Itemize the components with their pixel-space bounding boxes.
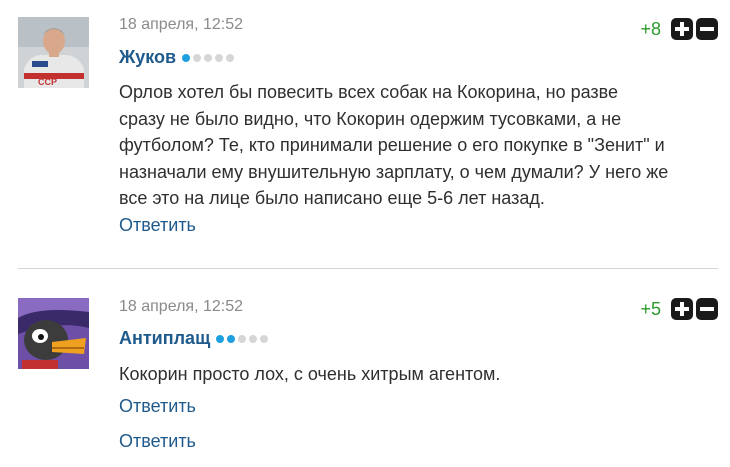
rating-dot bbox=[193, 53, 202, 62]
rating-dot bbox=[260, 334, 269, 343]
upvote-button[interactable] bbox=[671, 298, 693, 320]
cartoon-duck-avatar-icon bbox=[18, 298, 89, 369]
reply-link[interactable]: Ответить bbox=[119, 396, 196, 417]
author-row: Жуков bbox=[119, 47, 235, 68]
rating-dot bbox=[249, 334, 258, 343]
comment-line: сразу не было видно, что Кокорин одержим… bbox=[119, 108, 622, 129]
rating-dots bbox=[216, 334, 269, 343]
author-name[interactable]: Антиплащ bbox=[119, 328, 210, 349]
comment-line: футболом? Те, кто принимали решение о ег… bbox=[119, 135, 665, 155]
vote-score: +5 bbox=[640, 298, 661, 319]
downvote-button[interactable] bbox=[696, 298, 718, 320]
comment-divider bbox=[18, 268, 718, 269]
vote-controls: +8 bbox=[640, 18, 718, 40]
comment-text: Орлов хотел бы повесить всех собак на Ко… bbox=[119, 79, 719, 212]
upvote-button[interactable] bbox=[671, 18, 693, 40]
rating-dots bbox=[182, 53, 235, 62]
rating-dot bbox=[182, 53, 191, 62]
rating-dot bbox=[216, 334, 225, 343]
comment-line: Кокорин просто лох, с очень хитрым агент… bbox=[119, 364, 501, 384]
avatar[interactable] bbox=[18, 298, 89, 369]
author-row: Антиплащ bbox=[119, 328, 269, 349]
minus-icon bbox=[700, 307, 714, 311]
rating-dot bbox=[238, 334, 247, 343]
rating-dot bbox=[227, 334, 236, 343]
reply-link[interactable]: Ответить bbox=[119, 431, 196, 452]
comment-date: 18 апреля, 12:52 bbox=[119, 298, 243, 315]
author-name[interactable]: Жуков bbox=[119, 47, 176, 68]
plus-icon-vertical bbox=[680, 302, 684, 316]
comment-line: Орлов хотел бы повесить всех собак на Ко… bbox=[119, 82, 619, 102]
comment-line: назначали ему внушительную зарплату, о ч… bbox=[119, 161, 669, 182]
comment-text: Кокорин просто лох, с очень хитрым агент… bbox=[119, 361, 719, 388]
minus-icon bbox=[700, 27, 714, 31]
downvote-button[interactable] bbox=[696, 18, 718, 40]
avatar[interactable]: ССР bbox=[18, 17, 89, 88]
rating-dot bbox=[204, 53, 213, 62]
rating-dot bbox=[226, 53, 235, 62]
reply-link[interactable]: Ответить bbox=[119, 215, 196, 236]
vote-controls: +5 bbox=[640, 298, 718, 320]
plus-icon-vertical bbox=[680, 22, 684, 36]
hockey-player-avatar-icon: ССР bbox=[18, 17, 89, 88]
rating-dot bbox=[215, 53, 224, 62]
comment-date: 18 апреля, 12:52 bbox=[119, 16, 243, 33]
svg-text:ССР: ССР bbox=[38, 77, 57, 87]
comment-line: все это на лице было написано еще 5-6 ле… bbox=[119, 188, 545, 208]
vote-score: +8 bbox=[640, 18, 661, 39]
